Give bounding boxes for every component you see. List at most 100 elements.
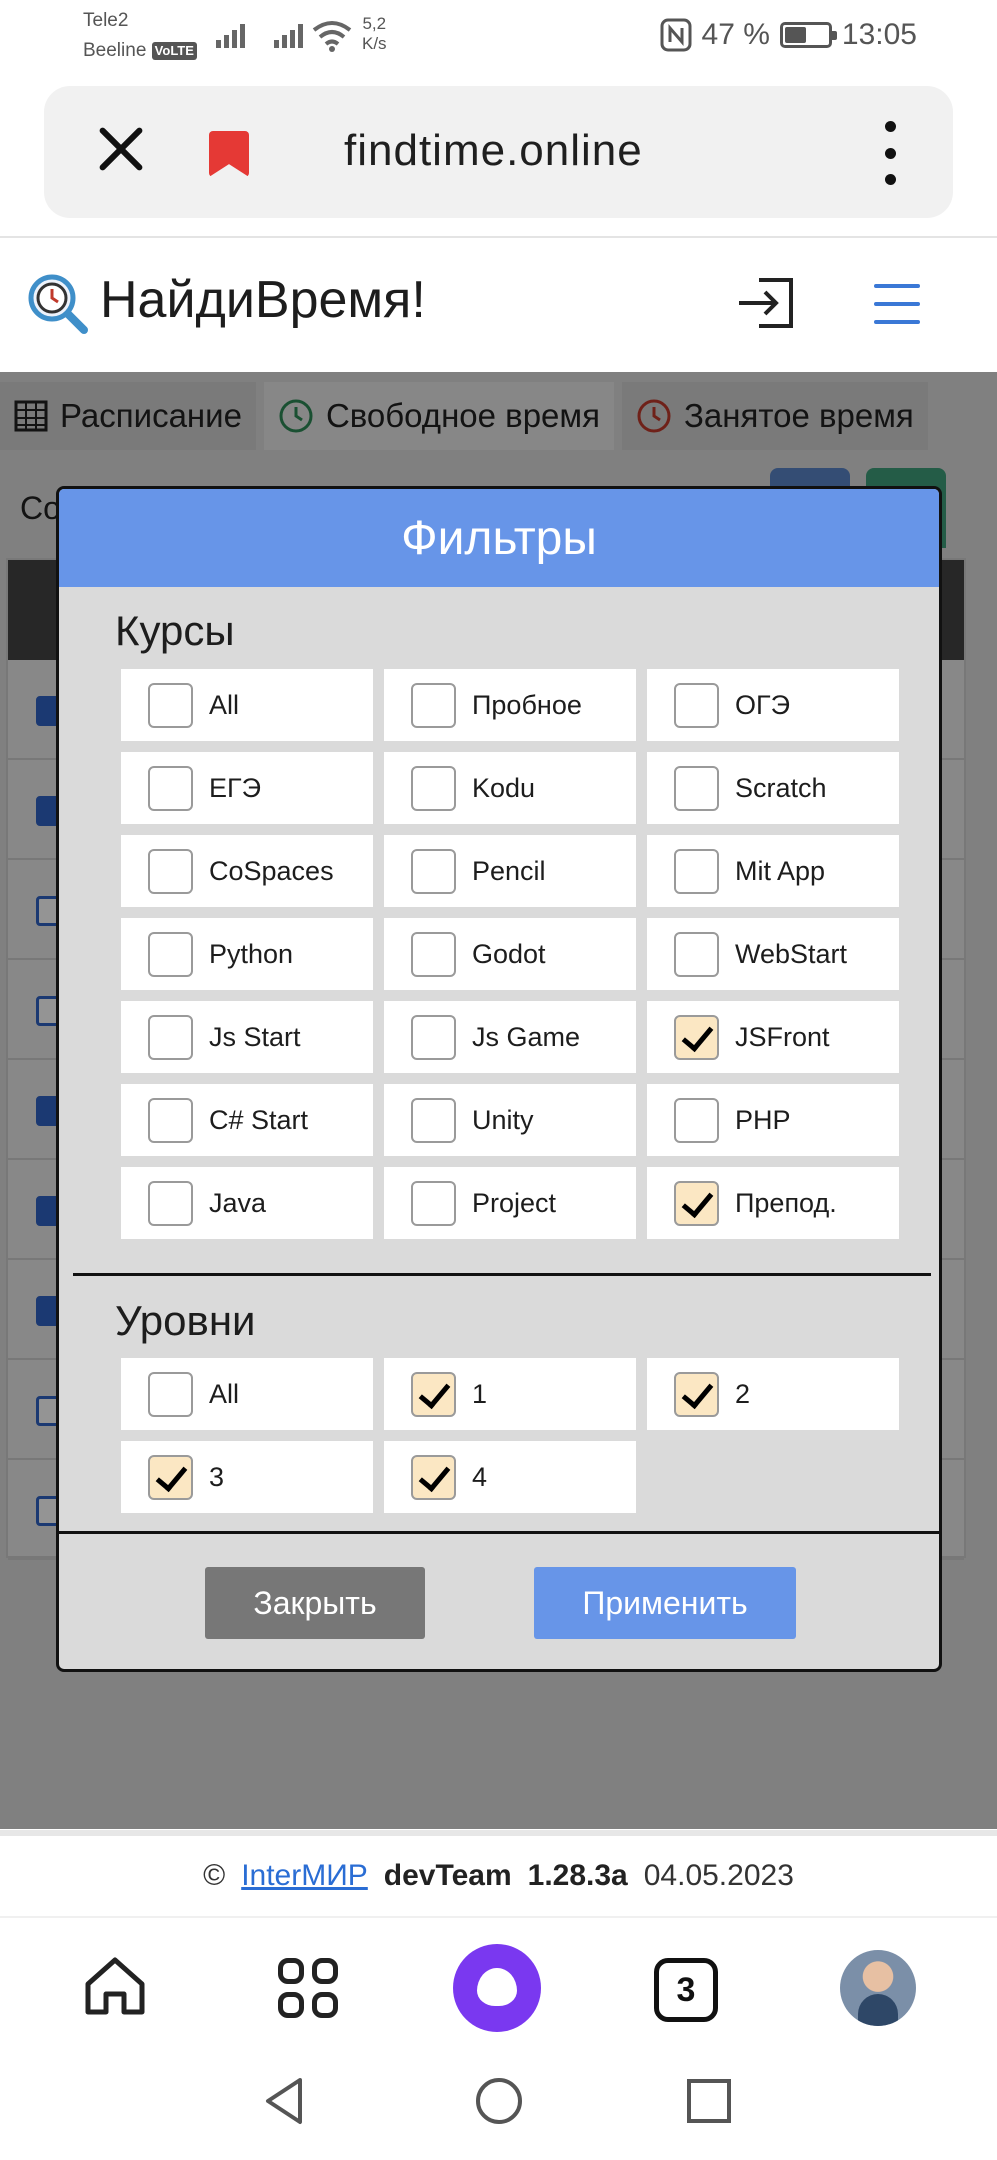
course-checkbox[interactable] bbox=[674, 1014, 719, 1060]
course-checkbox[interactable] bbox=[674, 1097, 719, 1143]
course-label: Препод. bbox=[735, 1187, 837, 1218]
course-option[interactable]: Unity bbox=[384, 1084, 636, 1156]
speed-unit: K/s bbox=[362, 34, 387, 53]
course-checkbox[interactable] bbox=[411, 931, 456, 977]
course-checkbox[interactable] bbox=[148, 1014, 193, 1060]
close-icon[interactable] bbox=[88, 116, 154, 182]
battery-icon bbox=[779, 22, 837, 48]
course-option[interactable]: Godot bbox=[384, 918, 636, 990]
course-option[interactable]: Mit App bbox=[647, 835, 899, 907]
course-option[interactable]: Js Game bbox=[384, 1001, 636, 1073]
course-option[interactable]: PHP bbox=[647, 1084, 899, 1156]
course-option[interactable]: JSFront bbox=[647, 1001, 899, 1073]
login-icon[interactable] bbox=[735, 276, 797, 330]
course-checkbox[interactable] bbox=[148, 931, 193, 977]
more-menu-icon[interactable] bbox=[880, 121, 900, 185]
course-option[interactable]: Препод. bbox=[647, 1167, 899, 1239]
course-checkbox[interactable] bbox=[148, 682, 193, 728]
bookmark-icon[interactable] bbox=[209, 131, 249, 177]
version-label: 1.28.3a bbox=[527, 1859, 628, 1892]
course-checkbox[interactable] bbox=[674, 848, 719, 894]
speed-value: 5,2 bbox=[362, 14, 387, 33]
system-nav-bar bbox=[0, 2046, 997, 2160]
course-option[interactable]: Project bbox=[384, 1167, 636, 1239]
level-option[interactable]: 2 bbox=[647, 1358, 899, 1430]
course-checkbox[interactable] bbox=[411, 1097, 456, 1143]
course-option[interactable]: ЕГЭ bbox=[121, 752, 373, 824]
course-option[interactable]: Js Start bbox=[121, 1001, 373, 1073]
address-bar[interactable]: findtime.online bbox=[44, 86, 953, 218]
course-checkbox[interactable] bbox=[674, 765, 719, 811]
course-option[interactable]: Kodu bbox=[384, 752, 636, 824]
course-option[interactable]: Python bbox=[121, 918, 373, 990]
course-checkbox[interactable] bbox=[674, 1180, 719, 1226]
course-checkbox[interactable] bbox=[411, 765, 456, 811]
course-option[interactable]: Пробное bbox=[384, 669, 636, 741]
course-option[interactable]: C# Start bbox=[121, 1084, 373, 1156]
level-option[interactable]: 1 bbox=[384, 1358, 636, 1430]
course-label: Python bbox=[209, 938, 294, 969]
courses-title: Курсы bbox=[115, 607, 235, 654]
status-right: 47 % 13:05 bbox=[660, 18, 917, 52]
back-triangle-icon[interactable] bbox=[262, 2076, 306, 2126]
filters-modal: Фильтры Курсы All Пробное ОГЭ ЕГЭ Kodu Scratc… bbox=[56, 486, 942, 1672]
course-label: Mit App bbox=[735, 855, 826, 886]
level-checkbox[interactable] bbox=[411, 1371, 456, 1417]
level-option[interactable]: All bbox=[121, 1358, 373, 1430]
home-icon[interactable] bbox=[82, 1954, 148, 2020]
course-checkbox[interactable] bbox=[411, 682, 456, 728]
tabs-counter-button[interactable]: 3 bbox=[654, 1958, 718, 2022]
url-text[interactable]: findtime.online bbox=[344, 126, 643, 176]
menu-hamburger-icon[interactable] bbox=[874, 284, 920, 324]
course-checkbox[interactable] bbox=[674, 682, 719, 728]
course-checkbox[interactable] bbox=[674, 931, 719, 977]
level-checkbox[interactable] bbox=[411, 1454, 456, 1500]
avatar[interactable] bbox=[840, 1950, 916, 2026]
wifi-icon bbox=[312, 21, 352, 52]
battery-fill bbox=[784, 27, 806, 43]
course-option[interactable]: Scratch bbox=[647, 752, 899, 824]
course-option[interactable]: CoSpaces bbox=[121, 835, 373, 907]
course-label: Kodu bbox=[472, 772, 536, 803]
course-checkbox[interactable] bbox=[148, 848, 193, 894]
course-checkbox[interactable] bbox=[411, 1180, 456, 1226]
course-label: WebStart bbox=[735, 938, 848, 969]
level-checkbox[interactable] bbox=[148, 1371, 193, 1417]
level-checkbox[interactable] bbox=[148, 1454, 193, 1500]
close-button[interactable]: Закрыть bbox=[205, 1567, 425, 1639]
course-checkbox[interactable] bbox=[411, 848, 456, 894]
course-option[interactable]: All bbox=[121, 669, 373, 741]
course-label: Пробное bbox=[472, 689, 582, 720]
site-title[interactable]: НайдиВремя! bbox=[100, 270, 426, 330]
level-label: 3 bbox=[209, 1461, 225, 1492]
level-option[interactable]: 3 bbox=[121, 1441, 373, 1513]
course-option[interactable]: Pencil bbox=[384, 835, 636, 907]
course-label: JSFront bbox=[735, 1021, 830, 1052]
level-option[interactable]: 4 bbox=[384, 1441, 636, 1513]
course-checkbox[interactable] bbox=[148, 1180, 193, 1226]
course-checkbox[interactable] bbox=[148, 765, 193, 811]
course-label: Godot bbox=[472, 938, 546, 969]
apply-button[interactable]: Применить bbox=[534, 1567, 796, 1639]
course-checkbox[interactable] bbox=[411, 1014, 456, 1060]
recents-square-icon[interactable] bbox=[686, 2078, 732, 2124]
footer-divider bbox=[59, 1531, 939, 1534]
modal-title: Фильтры bbox=[59, 489, 939, 587]
alice-assistant-icon[interactable] bbox=[453, 1944, 541, 2032]
level-checkbox[interactable] bbox=[674, 1371, 719, 1417]
courses-grid: All Пробное ОГЭ ЕГЭ Kodu Scratch CoSpaces Penci… bbox=[121, 669, 899, 1239]
course-checkbox[interactable] bbox=[148, 1097, 193, 1143]
logo-magnifier-clock-icon[interactable] bbox=[26, 272, 90, 336]
home-circle-icon[interactable] bbox=[474, 2076, 524, 2126]
course-option[interactable]: WebStart bbox=[647, 918, 899, 990]
course-label: PHP bbox=[735, 1104, 791, 1135]
course-option[interactable]: ОГЭ bbox=[647, 669, 899, 741]
company-link[interactable]: InterМИР bbox=[241, 1859, 368, 1893]
course-label: Unity bbox=[472, 1104, 534, 1135]
course-label: CoSpaces bbox=[209, 855, 334, 886]
course-option[interactable]: Java bbox=[121, 1167, 373, 1239]
status-bar: Tele2 Beeline VoLTE 5,2 K/s 47 % 13:05 bbox=[0, 0, 997, 80]
course-label: ОГЭ bbox=[735, 689, 791, 720]
course-label: Scratch bbox=[735, 772, 827, 803]
apps-grid-icon[interactable] bbox=[278, 1958, 338, 2018]
